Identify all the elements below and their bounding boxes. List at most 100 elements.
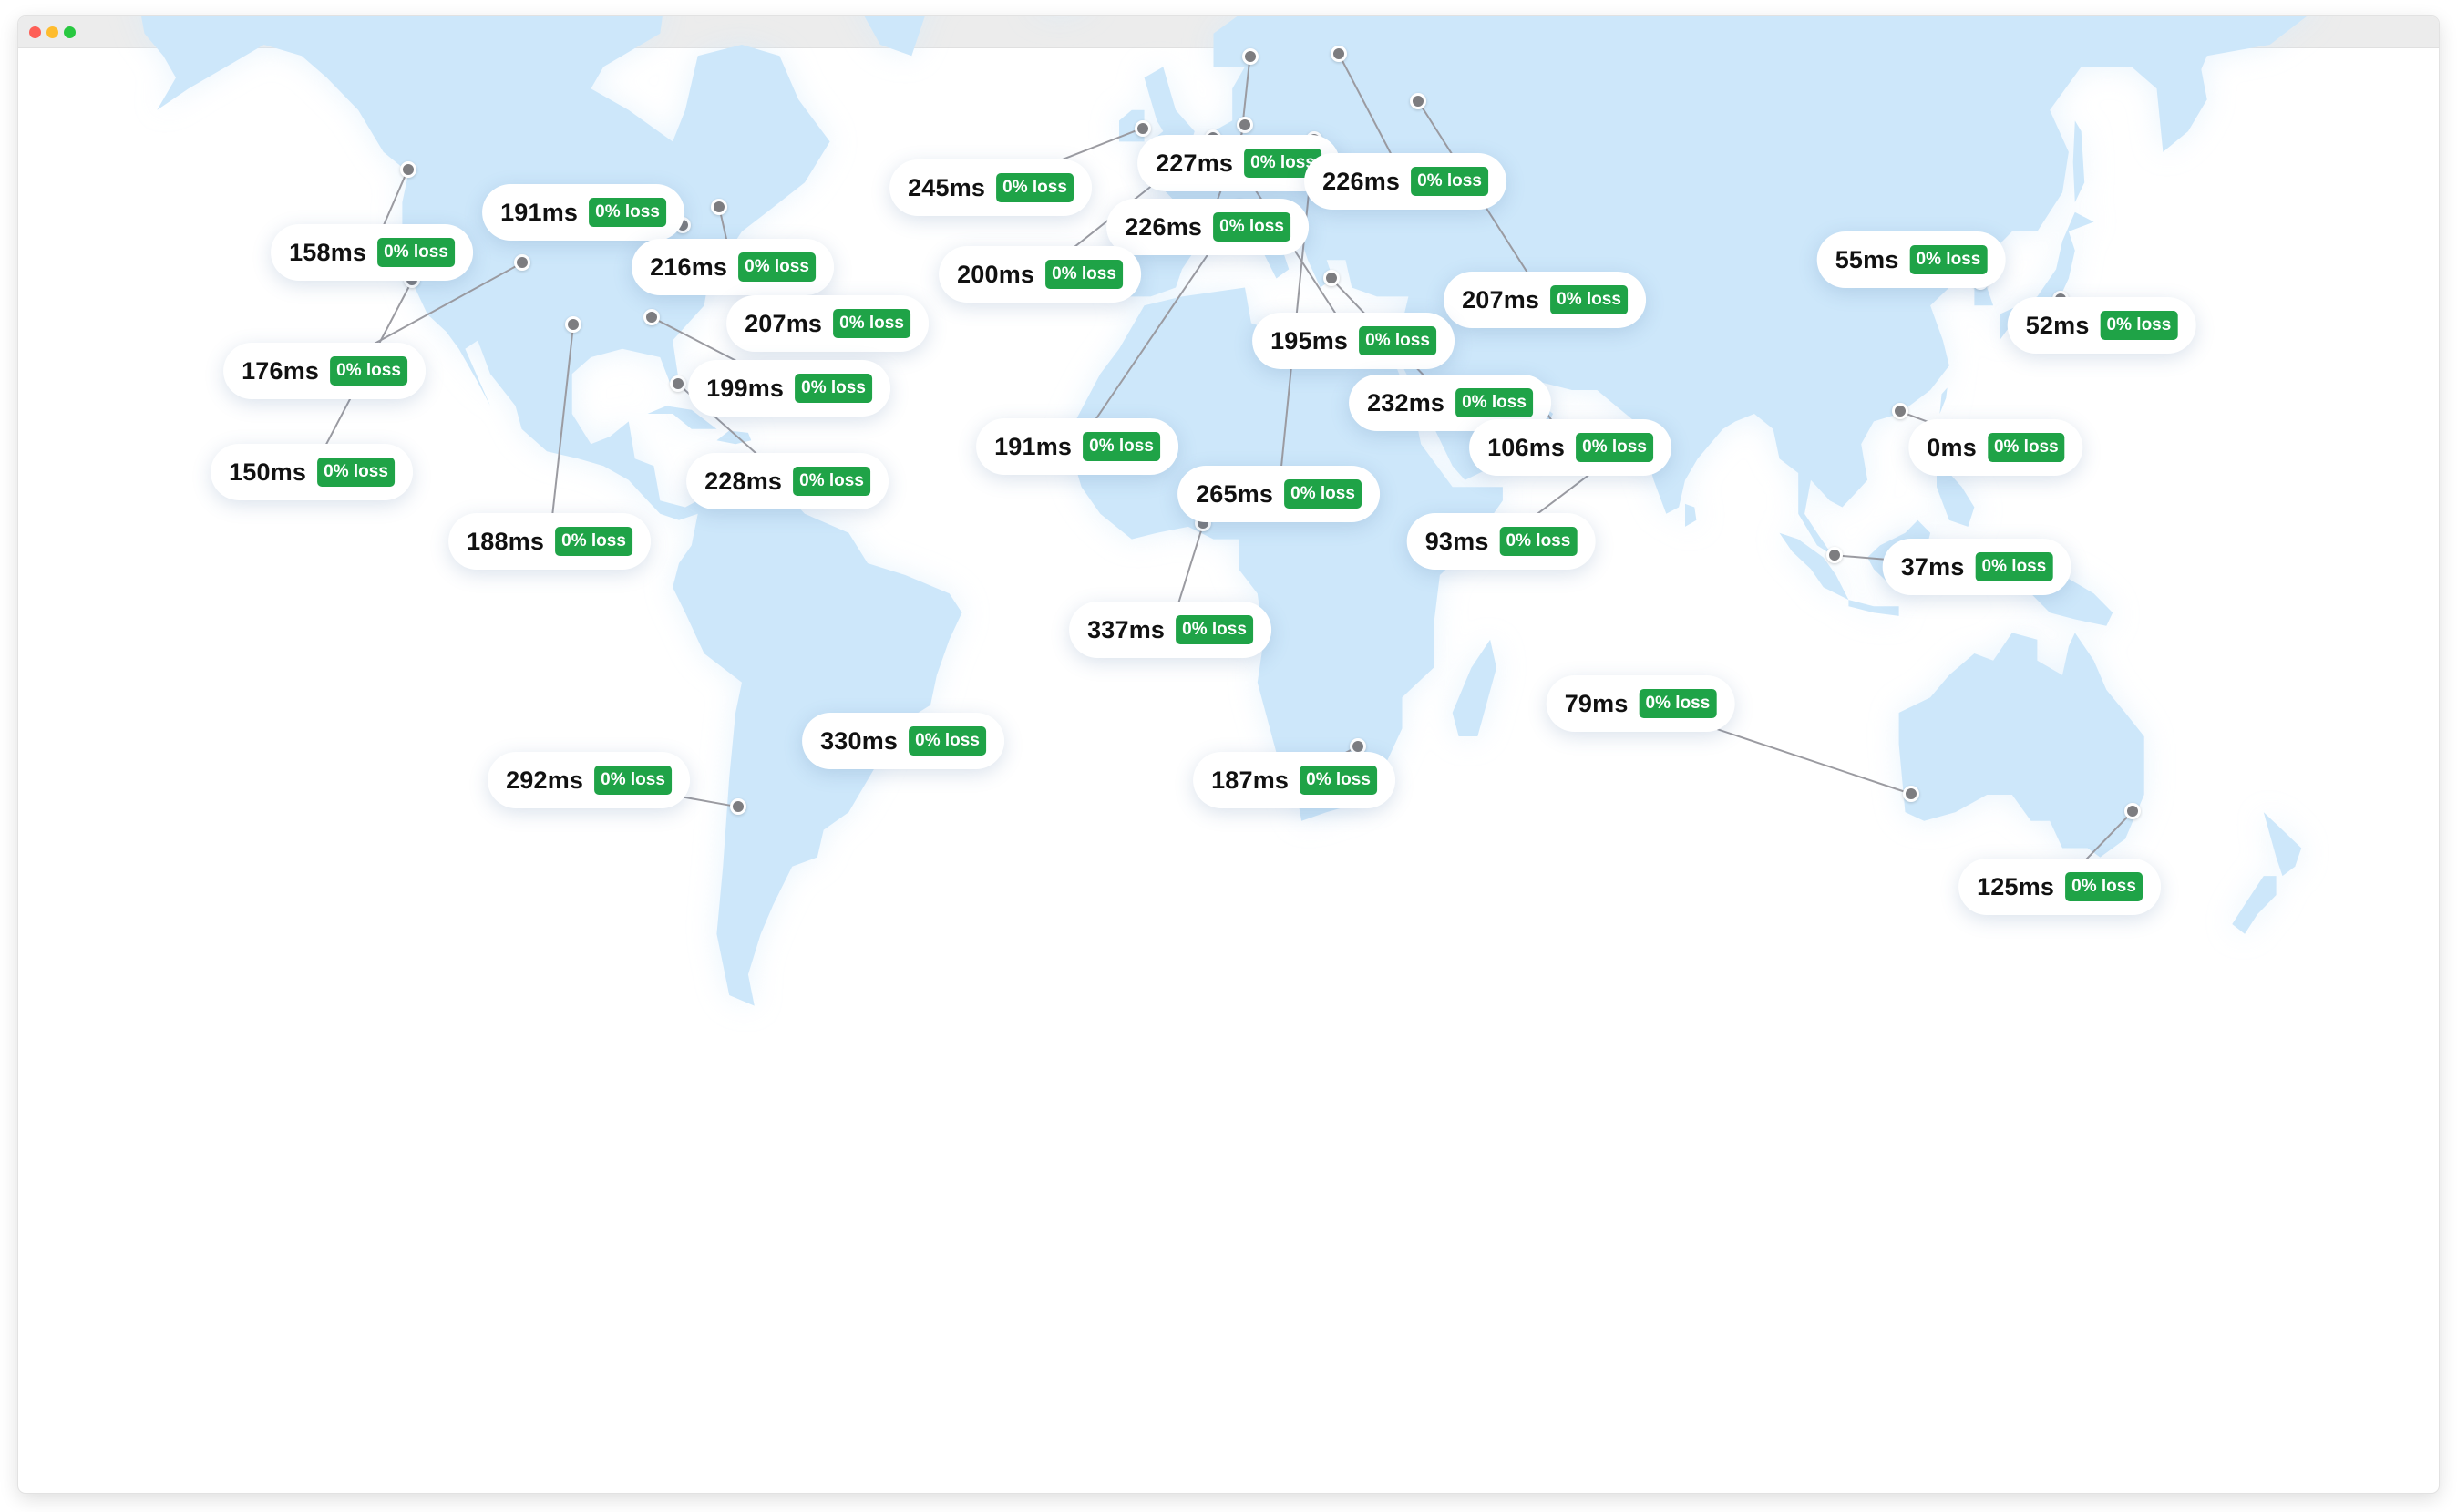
latency-card[interactable]: 0ms 0% loss — [1908, 419, 2083, 476]
location-pin[interactable] — [669, 375, 686, 392]
latency-value: 187ms — [1211, 766, 1290, 794]
latency-value: 292ms — [506, 766, 584, 794]
packet-loss-badge: 0% loss — [1987, 433, 2065, 462]
latency-card[interactable]: 337ms 0% loss — [1069, 602, 1271, 658]
landmass-java — [1848, 600, 1899, 616]
landmass-sakhalin — [2072, 120, 2085, 202]
packet-loss-badge: 0% loss — [1550, 285, 1628, 314]
packet-loss-badge: 0% loss — [2065, 872, 2143, 901]
latency-card[interactable]: 207ms 0% loss — [726, 295, 929, 352]
latency-card[interactable]: 265ms 0% loss — [1177, 466, 1380, 522]
location-pin[interactable] — [1237, 117, 1253, 134]
latency-value: 228ms — [704, 467, 783, 495]
packet-loss-badge: 0% loss — [1455, 388, 1533, 417]
packet-loss-badge: 0% loss — [1359, 326, 1436, 355]
packet-loss-badge: 0% loss — [1300, 766, 1377, 795]
packet-loss-badge: 0% loss — [996, 173, 1074, 202]
latency-card[interactable]: 292ms 0% loss — [488, 752, 690, 808]
latency-card[interactable]: 226ms 0% loss — [1304, 153, 1506, 210]
latency-value: 79ms — [1564, 689, 1629, 717]
latency-value: 265ms — [1196, 479, 1274, 508]
latency-card[interactable]: 216ms 0% loss — [632, 239, 834, 295]
latency-value: 176ms — [242, 356, 320, 385]
latency-card[interactable]: 176ms 0% loss — [223, 343, 426, 399]
latency-value: 199ms — [706, 374, 785, 402]
landmass-taiwan — [1939, 387, 1948, 414]
location-pin[interactable] — [1322, 270, 1340, 287]
latency-value: 337ms — [1087, 615, 1166, 643]
landmass-greenland — [864, 16, 925, 57]
location-pin[interactable] — [1134, 119, 1151, 137]
packet-loss-badge: 0% loss — [1975, 552, 2053, 581]
location-pin[interactable] — [643, 308, 660, 325]
latency-card[interactable]: 207ms 0% loss — [1444, 272, 1646, 328]
latency-value: 227ms — [1156, 149, 1234, 177]
latency-value: 330ms — [820, 726, 899, 755]
latency-value: 52ms — [2025, 311, 2090, 339]
latency-value: 195ms — [1270, 326, 1349, 355]
location-pin[interactable] — [399, 160, 416, 178]
packet-loss-badge: 0% loss — [377, 238, 455, 267]
landmass-new-zealand-south — [2232, 876, 2277, 934]
packet-loss-badge: 0% loss — [1045, 260, 1123, 289]
latency-card[interactable]: 37ms 0% loss — [1882, 539, 2071, 595]
latency-card[interactable]: 228ms 0% loss — [686, 453, 889, 509]
latency-value: 216ms — [650, 252, 728, 281]
latency-value: 207ms — [745, 309, 823, 337]
latency-card[interactable]: 188ms 0% loss — [448, 513, 651, 570]
packet-loss-badge: 0% loss — [589, 198, 666, 227]
latency-value: 232ms — [1367, 388, 1445, 417]
latency-card[interactable]: 200ms 0% loss — [939, 246, 1141, 303]
packet-loss-badge: 0% loss — [909, 726, 986, 756]
latency-card[interactable]: 195ms 0% loss — [1252, 313, 1455, 369]
landmass-new-zealand-north — [2263, 812, 2302, 877]
landmass-sumatra — [1779, 532, 1849, 601]
latency-value: 245ms — [908, 173, 986, 201]
location-pin[interactable] — [1241, 48, 1259, 66]
landmass-australia — [1898, 633, 2144, 858]
packet-loss-badge: 0% loss — [795, 374, 872, 403]
latency-card[interactable]: 158ms 0% loss — [271, 224, 473, 281]
packet-loss-badge: 0% loss — [1576, 433, 1653, 462]
latency-card[interactable]: 245ms 0% loss — [889, 159, 1092, 216]
latency-card[interactable]: 79ms 0% loss — [1546, 675, 1735, 732]
packet-loss-badge: 0% loss — [1213, 212, 1290, 242]
landmass-madagascar — [1452, 639, 1496, 736]
latency-card[interactable]: 52ms 0% loss — [2007, 297, 2196, 354]
latency-value: 150ms — [229, 458, 307, 486]
packet-loss-badge: 0% loss — [1411, 167, 1488, 196]
packet-loss-badge: 0% loss — [317, 458, 395, 487]
latency-value: 93ms — [1424, 527, 1489, 555]
landmass-sri-lanka — [1685, 503, 1697, 527]
latency-card[interactable]: 330ms 0% loss — [802, 713, 1004, 769]
packet-loss-badge: 0% loss — [1499, 527, 1578, 556]
packet-loss-badge: 0% loss — [1176, 615, 1253, 644]
latency-value: 191ms — [994, 432, 1073, 460]
packet-loss-badge: 0% loss — [555, 527, 632, 556]
packet-loss-badge: 0% loss — [833, 309, 910, 338]
latency-card[interactable]: 93ms 0% loss — [1406, 513, 1596, 570]
packet-loss-badge: 0% loss — [1083, 432, 1160, 461]
latency-value: 106ms — [1487, 433, 1566, 461]
latency-value: 191ms — [500, 198, 579, 226]
latency-card[interactable]: 226ms 0% loss — [1106, 199, 1309, 255]
location-pin[interactable] — [1330, 45, 1347, 62]
latency-value: 0ms — [1927, 433, 1977, 461]
latency-value: 226ms — [1125, 212, 1203, 241]
latency-card[interactable]: 191ms 0% loss — [482, 184, 684, 241]
packet-loss-badge: 0% loss — [1284, 479, 1362, 509]
location-pin[interactable] — [1902, 786, 1919, 802]
latency-card[interactable]: 55ms 0% loss — [1816, 231, 2006, 288]
latency-card[interactable]: 187ms 0% loss — [1193, 752, 1395, 808]
packet-loss-badge: 0% loss — [594, 766, 672, 795]
latency-value: 226ms — [1322, 167, 1401, 195]
latency-card[interactable]: 125ms 0% loss — [1958, 859, 2161, 915]
browser-window: 191ms 0% loss 158ms 0% loss 216ms 0% loss 207m… — [18, 16, 2439, 1493]
latency-card[interactable]: 191ms 0% loss — [976, 418, 1178, 475]
latency-value: 55ms — [1835, 245, 1899, 273]
packet-loss-badge: 0% loss — [330, 356, 407, 386]
latency-card[interactable]: 150ms 0% loss — [211, 444, 413, 500]
latency-card[interactable]: 106ms 0% loss — [1469, 419, 1671, 476]
latency-value: 207ms — [1462, 285, 1540, 314]
latency-card[interactable]: 199ms 0% loss — [688, 360, 890, 417]
